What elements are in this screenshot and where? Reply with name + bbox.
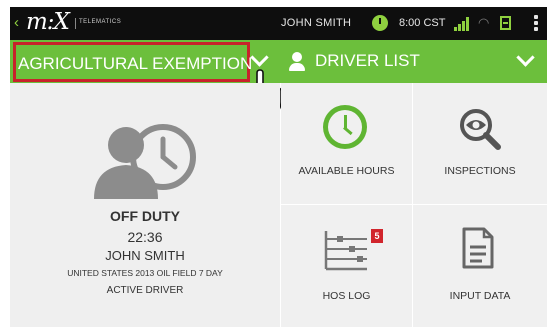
vehicle-icon [500, 16, 511, 30]
chevron-down-icon[interactable] [516, 48, 535, 67]
signal-icon [454, 17, 470, 31]
hos-log-tile[interactable]: 5 HOS LOG [281, 205, 412, 327]
status-bar: ‹ m:X TELEMATICS JOHN SMITH 8:00 CST ◠ [10, 7, 547, 40]
driver-status-panel: OFF DUTY 22:36 JOHN SMITH UNITED STATES … [10, 83, 280, 327]
driver-role: ACTIVE DRIVER [106, 285, 184, 296]
input-data-tile[interactable]: INPUT DATA [413, 205, 547, 327]
driver-name: JOHN SMITH [105, 248, 185, 263]
person-icon [289, 52, 305, 71]
overflow-menu-icon[interactable] [534, 15, 538, 32]
clock-icon [323, 105, 367, 149]
tile-label: AVAILABLE HOURS [298, 165, 395, 177]
driver-avatar-clock-icon [94, 124, 196, 199]
tile-label: INPUT DATA [449, 290, 511, 302]
current-time: 8:00 CST [399, 17, 446, 29]
driver-list-button[interactable]: DRIVER LIST [285, 40, 547, 83]
back-chevron-icon[interactable]: ‹ [14, 14, 19, 31]
logo-subtitle: TELEMATICS [79, 19, 122, 25]
duty-clock-icon [372, 15, 388, 31]
tile-label: HOS LOG [322, 290, 371, 302]
mix-logo: m:X [26, 9, 70, 35]
hos-log-count-badge: 5 [371, 229, 383, 243]
logo-divider [75, 18, 76, 29]
hos-ruleset: UNITED STATES 2013 OIL FIELD 7 DAY [67, 268, 223, 278]
eye-magnifier-icon [460, 109, 501, 150]
agricultural-exemption-button[interactable]: AGRICULTURAL EXEMPTION [13, 42, 253, 82]
chevron-down-icon[interactable] [250, 48, 269, 67]
exemption-label: AGRICULTURAL EXEMPTION [18, 54, 253, 73]
duty-status: OFF DUTY [110, 208, 180, 224]
available-hours-tile[interactable]: AVAILABLE HOURS [281, 83, 412, 204]
document-icon [462, 227, 494, 269]
log-graph-icon [324, 231, 367, 271]
inspections-tile[interactable]: INSPECTIONS [413, 83, 547, 204]
wifi-icon: ◠ [478, 15, 490, 30]
driver-list-label: DRIVER LIST [315, 51, 420, 70]
duty-hours: 22:36 [127, 229, 163, 245]
current-user-name: JOHN SMITH [281, 17, 352, 29]
tile-label: INSPECTIONS [444, 165, 516, 177]
